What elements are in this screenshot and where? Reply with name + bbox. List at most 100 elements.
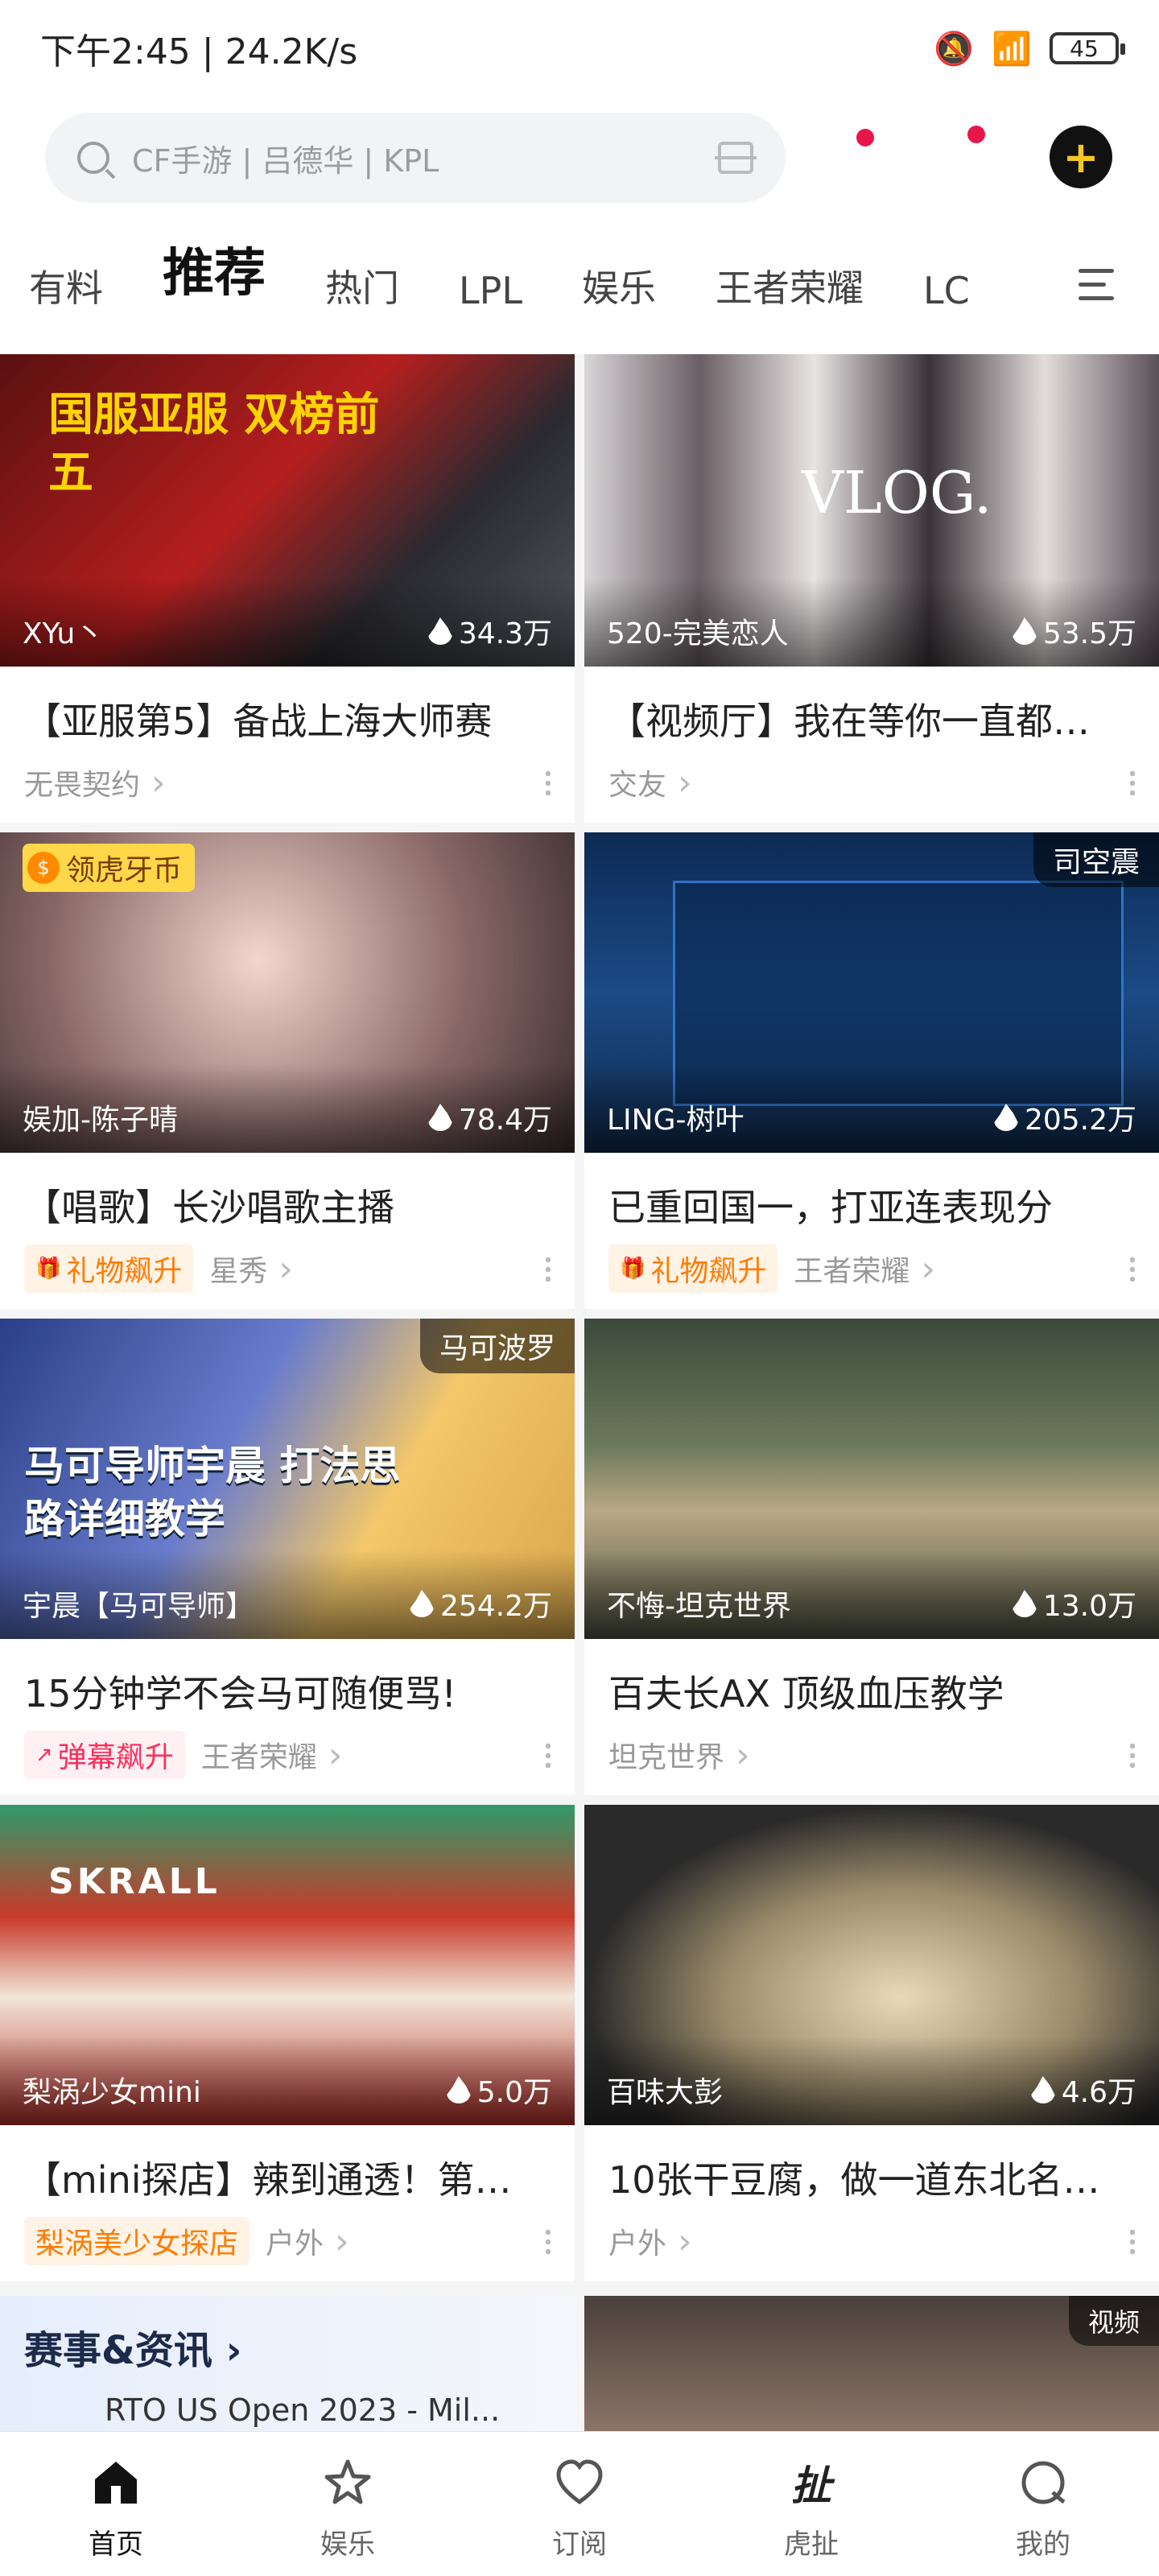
streamer-name: LING-树叶 — [607, 1104, 744, 1137]
search-placeholder: CF手游 | 吕德华 | KPL — [132, 142, 439, 179]
mute-icon: 🔕 — [934, 30, 975, 68]
news-card[interactable]: 赛事&资讯 RTO US Open 2023 - Mil... — [0, 2296, 575, 2431]
gift-icon: 🎁 — [620, 1257, 646, 1281]
category-link[interactable]: 王者荣耀 — [201, 1734, 343, 1776]
nav-home[interactable]: 首页 — [0, 2432, 232, 2576]
bottom-nav: 首页 娱乐 订阅 扯 虎扯 我的 — [0, 2431, 1159, 2576]
nav-me[interactable]: 我的 — [927, 2432, 1159, 2576]
more-icon[interactable] — [1130, 1741, 1135, 1769]
category-link[interactable]: 王者荣耀 — [794, 1248, 935, 1290]
stream-meta: 🎁 礼物飙升 王者荣耀 — [584, 1232, 1159, 1293]
heart-icon — [551, 2454, 608, 2511]
stream-card[interactable]: SKRALL 梨涡少女mini 5.0万 【mini探店】辣到通透！第… 梨涡美… — [0, 1805, 575, 2281]
trend-up-icon: ↗ — [35, 1743, 53, 1767]
trend-tag: 🎁 礼物飙升 — [24, 1245, 194, 1293]
tab-lpl[interactable]: LPL — [459, 269, 522, 338]
streamer-name: 梨涡少女mini — [23, 2076, 201, 2109]
more-icon[interactable] — [546, 1255, 551, 1282]
category-link[interactable]: 户外 — [608, 2220, 692, 2262]
stream-card[interactable]: 司空震 LING-树叶 205.2万 已重回国一，打亚连表现分 🎁 礼物飙升 王者… — [584, 832, 1159, 1309]
more-icon[interactable] — [1130, 2227, 1135, 2255]
category-link[interactable]: 无畏契约 — [24, 762, 166, 803]
flame-icon — [1030, 2076, 1055, 2103]
category-link[interactable]: 户外 — [266, 2220, 349, 2262]
stream-card[interactable]: 国服亚服 双榜前五 XYu丶 34.3万 【亚服第5】备战上海大师赛 无畏契约 — [0, 354, 575, 823]
video-label: 视频 — [1068, 2296, 1159, 2346]
stream-meta: 交友 — [584, 745, 1159, 802]
thumbnail-text: SKRALL — [48, 1861, 221, 1902]
stream-card[interactable]: $ 领虎牙币 娱加-陈子晴 78.4万 【唱歌】长沙唱歌主播 🎁 礼物飙升 星秀 — [0, 832, 575, 1309]
category-link[interactable]: 星秀 — [209, 1248, 293, 1290]
category-link[interactable]: 交友 — [608, 762, 692, 803]
scan-icon[interactable] — [715, 142, 757, 174]
tab-honor-of-kings[interactable]: 王者荣耀 — [716, 259, 864, 338]
nav-entertainment[interactable]: 娱乐 — [232, 2432, 464, 2576]
flame-icon — [446, 2076, 471, 2103]
flame-icon — [1012, 1590, 1037, 1617]
flame-icon — [1012, 617, 1037, 645]
more-icon[interactable] — [546, 1741, 551, 1769]
stream-title: 百夫长AX 顶级血压教学 — [608, 1672, 1004, 1715]
more-icon[interactable] — [1130, 1255, 1135, 1282]
view-count: 254.2万 — [409, 1583, 552, 1624]
stream-grid: 国服亚服 双榜前五 XYu丶 34.3万 【亚服第5】备战上海大师赛 无畏契约 … — [0, 354, 1159, 2431]
gift-icon: 🎁 — [35, 1257, 62, 1281]
hero-label: 司空震 — [1033, 832, 1159, 887]
tab-hot[interactable]: 热门 — [325, 259, 399, 338]
stream-thumbnail: 国服亚服 双榜前五 XYu丶 34.3万 — [0, 354, 575, 667]
stream-card[interactable]: VLOG. 520-完美恋人 53.5万 【视频厅】我在等你一直都… 交友 — [584, 354, 1159, 823]
stream-card[interactable]: 马可导师宇晨 打法思路详细教学 马可波罗 宇晨【马可导师】 254.2万 15分… — [0, 1319, 575, 1795]
stream-card[interactable]: 百味大彭 4.6万 10张干豆腐，做一道东北名… 户外 — [584, 1805, 1159, 2281]
stream-title: 【唱歌】长沙唱歌主播 — [24, 1186, 394, 1229]
home-icon — [88, 2454, 144, 2511]
stream-title: 15分钟学不会马可随便骂! — [24, 1672, 456, 1715]
stream-meta: ↗ 弹幕飙升 王者荣耀 — [0, 1718, 575, 1779]
flame-icon — [427, 617, 452, 645]
status-bar: 下午2:45 | 24.2K/s 🔕 📶 45 — [0, 0, 1159, 97]
stream-meta: 户外 — [584, 2204, 1159, 2260]
status-time: 下午2:45 | 24.2K/s — [40, 31, 358, 72]
more-icon[interactable] — [546, 2227, 551, 2255]
category-link[interactable]: 坦克世界 — [608, 1734, 750, 1776]
view-count: 78.4万 — [427, 1096, 552, 1138]
flame-icon — [409, 1590, 434, 1617]
tab-youliao[interactable]: 有料 — [29, 259, 103, 338]
news-heading[interactable]: 赛事&资讯 — [0, 2296, 575, 2375]
tab-entertainment[interactable]: 娱乐 — [582, 259, 656, 338]
more-icon[interactable] — [1130, 769, 1135, 796]
nav-huche[interactable]: 扯 虎扯 — [695, 2432, 927, 2576]
add-button[interactable]: + — [1050, 126, 1112, 188]
category-tabs: 有料 推荐 热门 LPL 娱乐 王者荣耀 LC — [0, 242, 1159, 338]
view-count: 34.3万 — [427, 610, 552, 652]
coin-badge[interactable]: $ 领虎牙币 — [23, 844, 196, 892]
search-bar[interactable]: CF手游 | 吕德华 | KPL — [45, 113, 786, 203]
nav-subscribe[interactable]: 订阅 — [464, 2432, 695, 2576]
stream-thumbnail: SKRALL 梨涡少女mini 5.0万 — [0, 1805, 575, 2125]
stream-thumbnail: 不悔-坦克世界 13.0万 — [584, 1319, 1159, 1639]
menu-icon[interactable] — [1079, 269, 1114, 301]
stream-title: 10张干豆腐，做一道东北名… — [608, 2158, 1100, 2202]
app-root: 下午2:45 | 24.2K/s 🔕 📶 45 CF手游 | 吕德华 | KPL… — [0, 0, 1159, 2576]
stream-thumbnail: 马可导师宇晨 打法思路详细教学 马可波罗 宇晨【马可导师】 254.2万 — [0, 1319, 575, 1639]
stream-meta: 🎁 礼物飙升 星秀 — [0, 1232, 575, 1293]
hero-label: 马可波罗 — [419, 1319, 575, 1373]
battery-icon: 45 — [1050, 32, 1125, 64]
topic-tag[interactable]: 梨涡美少女探店 — [24, 2217, 250, 2265]
trend-tag: 🎁 礼物飙升 — [608, 1245, 778, 1293]
streamer-name: 宇晨【马可导师】 — [23, 1590, 255, 1623]
view-count: 53.5万 — [1012, 610, 1136, 652]
video-card[interactable]: 视频 — [584, 2296, 1159, 2431]
more-icon[interactable] — [546, 769, 551, 796]
view-count: 4.6万 — [1030, 2069, 1136, 2111]
stream-meta: 无畏契约 — [0, 745, 575, 802]
view-count: 13.0万 — [1012, 1583, 1136, 1624]
stream-title: 【mini探店】辣到通透！第… — [24, 2158, 512, 2202]
thumbnail-text: 国服亚服 双榜前五 — [48, 389, 380, 499]
profile-icon — [1015, 2454, 1071, 2511]
stream-card[interactable]: 不悔-坦克世界 13.0万 百夫长AX 顶级血压教学 坦克世界 — [584, 1319, 1159, 1795]
tab-lc[interactable]: LC — [923, 269, 970, 338]
news-item[interactable]: RTO US Open 2023 - Mil... — [0, 2375, 575, 2428]
tab-recommend[interactable]: 推荐 — [163, 232, 266, 338]
view-count: 205.2万 — [993, 1096, 1136, 1138]
search-icon — [77, 142, 109, 174]
